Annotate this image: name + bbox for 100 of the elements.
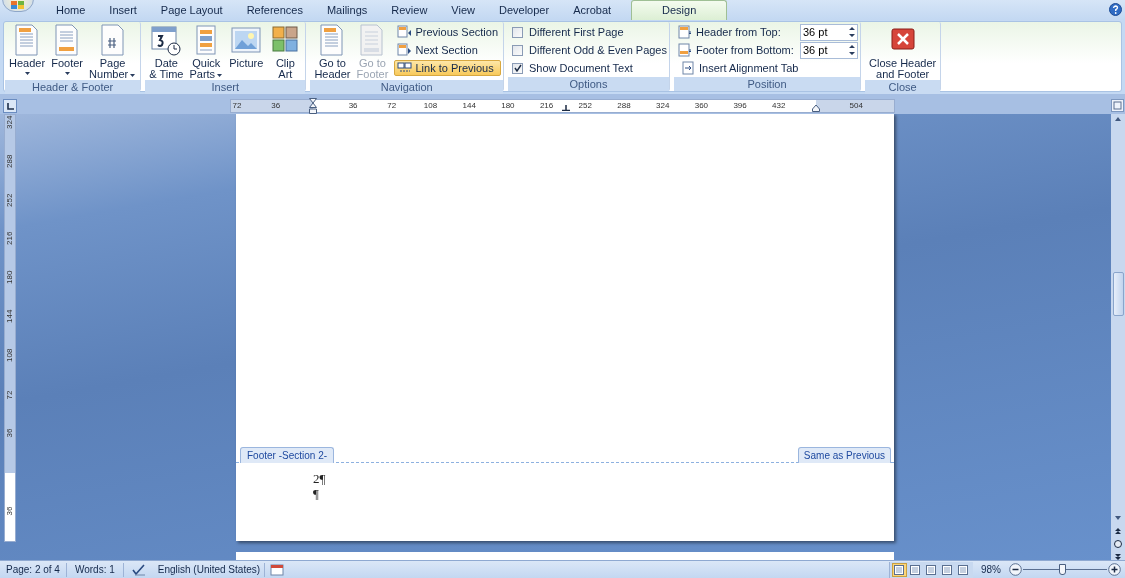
spin-arrows-icon <box>849 44 855 56</box>
view-button[interactable] <box>956 562 971 577</box>
macro-icon[interactable] <box>270 563 285 576</box>
word-count[interactable]: Words: 1 <box>66 562 123 577</box>
view-button[interactable] <box>892 562 907 577</box>
ruler-number: 72 <box>232 100 242 112</box>
view-button[interactable] <box>924 562 939 577</box>
proofing-check-icon[interactable] <box>131 563 146 576</box>
dropdown-caret-icon <box>129 71 137 78</box>
ribbon-button[interactable]: Next Section <box>394 42 501 58</box>
ribbon-button[interactable]: Date & Time <box>147 24 186 80</box>
ruler-number: 504 <box>849 100 863 112</box>
ruler-number: 396 <box>733 100 747 112</box>
ribbon-tab[interactable]: Developer <box>487 0 562 20</box>
ribbon-tab[interactable]: Review <box>379 0 440 20</box>
help-icon[interactable] <box>1109 3 1122 16</box>
checkmark-icon <box>513 64 522 72</box>
ribbon-button[interactable]: Footer <box>49 24 86 76</box>
ribbon-tab[interactable]: View <box>439 0 487 20</box>
dropdown-caret-icon <box>216 71 224 78</box>
zoom-in-icon[interactable] <box>1108 563 1121 576</box>
ruler-number: 432 <box>772 100 786 112</box>
footer-label: Footer -Section 2- <box>240 447 335 463</box>
zoom-level[interactable]: 98% <box>973 562 1009 577</box>
field-label: Header from Top: <box>696 24 782 40</box>
office-logo-icon <box>11 1 25 9</box>
ribbon-button[interactable]: Picture <box>227 24 266 69</box>
spin-arrows-icon <box>849 26 855 38</box>
ribbon-button[interactable]: Link to Previous <box>394 60 501 76</box>
scrollbar-thumb[interactable] <box>1112 272 1124 316</box>
ribbon-tab[interactable]: Insert <box>97 0 149 20</box>
calendar-clock-icon <box>150 24 183 56</box>
ruler-number: 252 <box>5 194 15 207</box>
ribbon-button[interactable]: Close Header and Footer <box>867 24 939 80</box>
draft-icon <box>958 564 969 575</box>
group-label: Close <box>865 80 941 94</box>
ribbon-tab[interactable]: Mailings <box>314 0 380 20</box>
checkbox[interactable] <box>512 26 523 38</box>
next-section-icon <box>397 43 413 57</box>
dropdown-caret-icon <box>63 70 71 76</box>
ribbon-button[interactable]: Insert Alignment Tab <box>678 60 858 76</box>
same-as-previous-label: Same as Previous <box>797 447 891 463</box>
ruler-number: 108 <box>423 100 438 112</box>
zoom-slider-thumb[interactable] <box>1058 563 1066 575</box>
footer-position-icon <box>678 43 693 57</box>
horizontal-ruler[interactable] <box>230 99 895 113</box>
checkbox-label: Show Document Text <box>529 60 633 76</box>
group-label: Insert <box>145 80 306 94</box>
outline-icon <box>942 564 953 575</box>
ribbon-button[interactable]: Clip Art <box>267 24 304 80</box>
right-indent-icon <box>812 104 820 112</box>
group-label: Navigation <box>310 80 503 94</box>
ribbon-button[interactable]: Previous Section <box>394 24 501 40</box>
ruler-number: 288 <box>617 100 631 112</box>
ribbon-tab[interactable]: Acrobat <box>561 0 624 20</box>
checkbox-label: Different First Page <box>529 24 624 40</box>
reading-layout-icon <box>910 564 921 575</box>
ruler-number: 36 <box>5 427 15 440</box>
ribbon-button[interactable]: Header <box>7 24 48 76</box>
ruler-number: 216 <box>539 100 554 112</box>
ruler-number: 324 <box>5 117 15 129</box>
ribbon-button[interactable]: Quick Parts <box>187 24 226 80</box>
left-tab-icon <box>6 102 14 110</box>
tab-stop-icon <box>562 105 570 111</box>
footer-text: ¶ <box>313 486 320 501</box>
view-ruler-icon[interactable] <box>1111 99 1124 112</box>
browse-object-icon[interactable] <box>1113 539 1123 549</box>
ruler-number: 144 <box>5 311 15 323</box>
checkbox[interactable] <box>512 44 523 56</box>
spinner-field[interactable]: 36 pt <box>800 41 858 59</box>
ribbon-tab[interactable]: Page Layout <box>148 0 235 20</box>
ribbon-tab[interactable]: Design <box>631 0 728 20</box>
picture-icon <box>230 24 263 56</box>
ribbon-tab[interactable]: Home <box>44 0 98 20</box>
spinner-field[interactable]: 36 pt <box>800 23 858 41</box>
header-position-icon <box>678 25 693 39</box>
tab-selector[interactable] <box>3 99 17 113</box>
ruler-number: 180 <box>501 100 515 112</box>
ribbon-tab[interactable]: References <box>234 0 315 20</box>
dropdown-caret-icon <box>23 70 31 76</box>
ribbon-button[interactable]: Page Number <box>87 24 139 80</box>
language-status[interactable]: English (United States) <box>153 562 265 577</box>
ruler-number: 36 <box>5 505 15 517</box>
view-button[interactable] <box>908 562 923 577</box>
checkbox[interactable] <box>512 62 523 74</box>
view-button[interactable] <box>940 562 955 577</box>
ruler-number: 36 <box>271 100 281 112</box>
ruler-number: 252 <box>578 100 592 112</box>
page-count[interactable]: Page: 2 of 4 <box>0 562 66 577</box>
ribbon-button[interactable]: Go to Header <box>312 24 353 80</box>
previous-page-icon[interactable] <box>1113 526 1123 536</box>
alignment-tab-icon <box>681 61 696 75</box>
ruler-number: 36 <box>348 100 358 112</box>
group-label: Options <box>508 77 669 91</box>
group-label: Header & Footer <box>5 80 141 94</box>
zoom-out-icon[interactable] <box>1009 563 1022 576</box>
field-label: Footer from Bottom: <box>696 42 795 58</box>
ruler-number: 180 <box>5 272 15 285</box>
web-layout-icon <box>926 564 937 575</box>
ruler-number: 324 <box>656 100 670 112</box>
